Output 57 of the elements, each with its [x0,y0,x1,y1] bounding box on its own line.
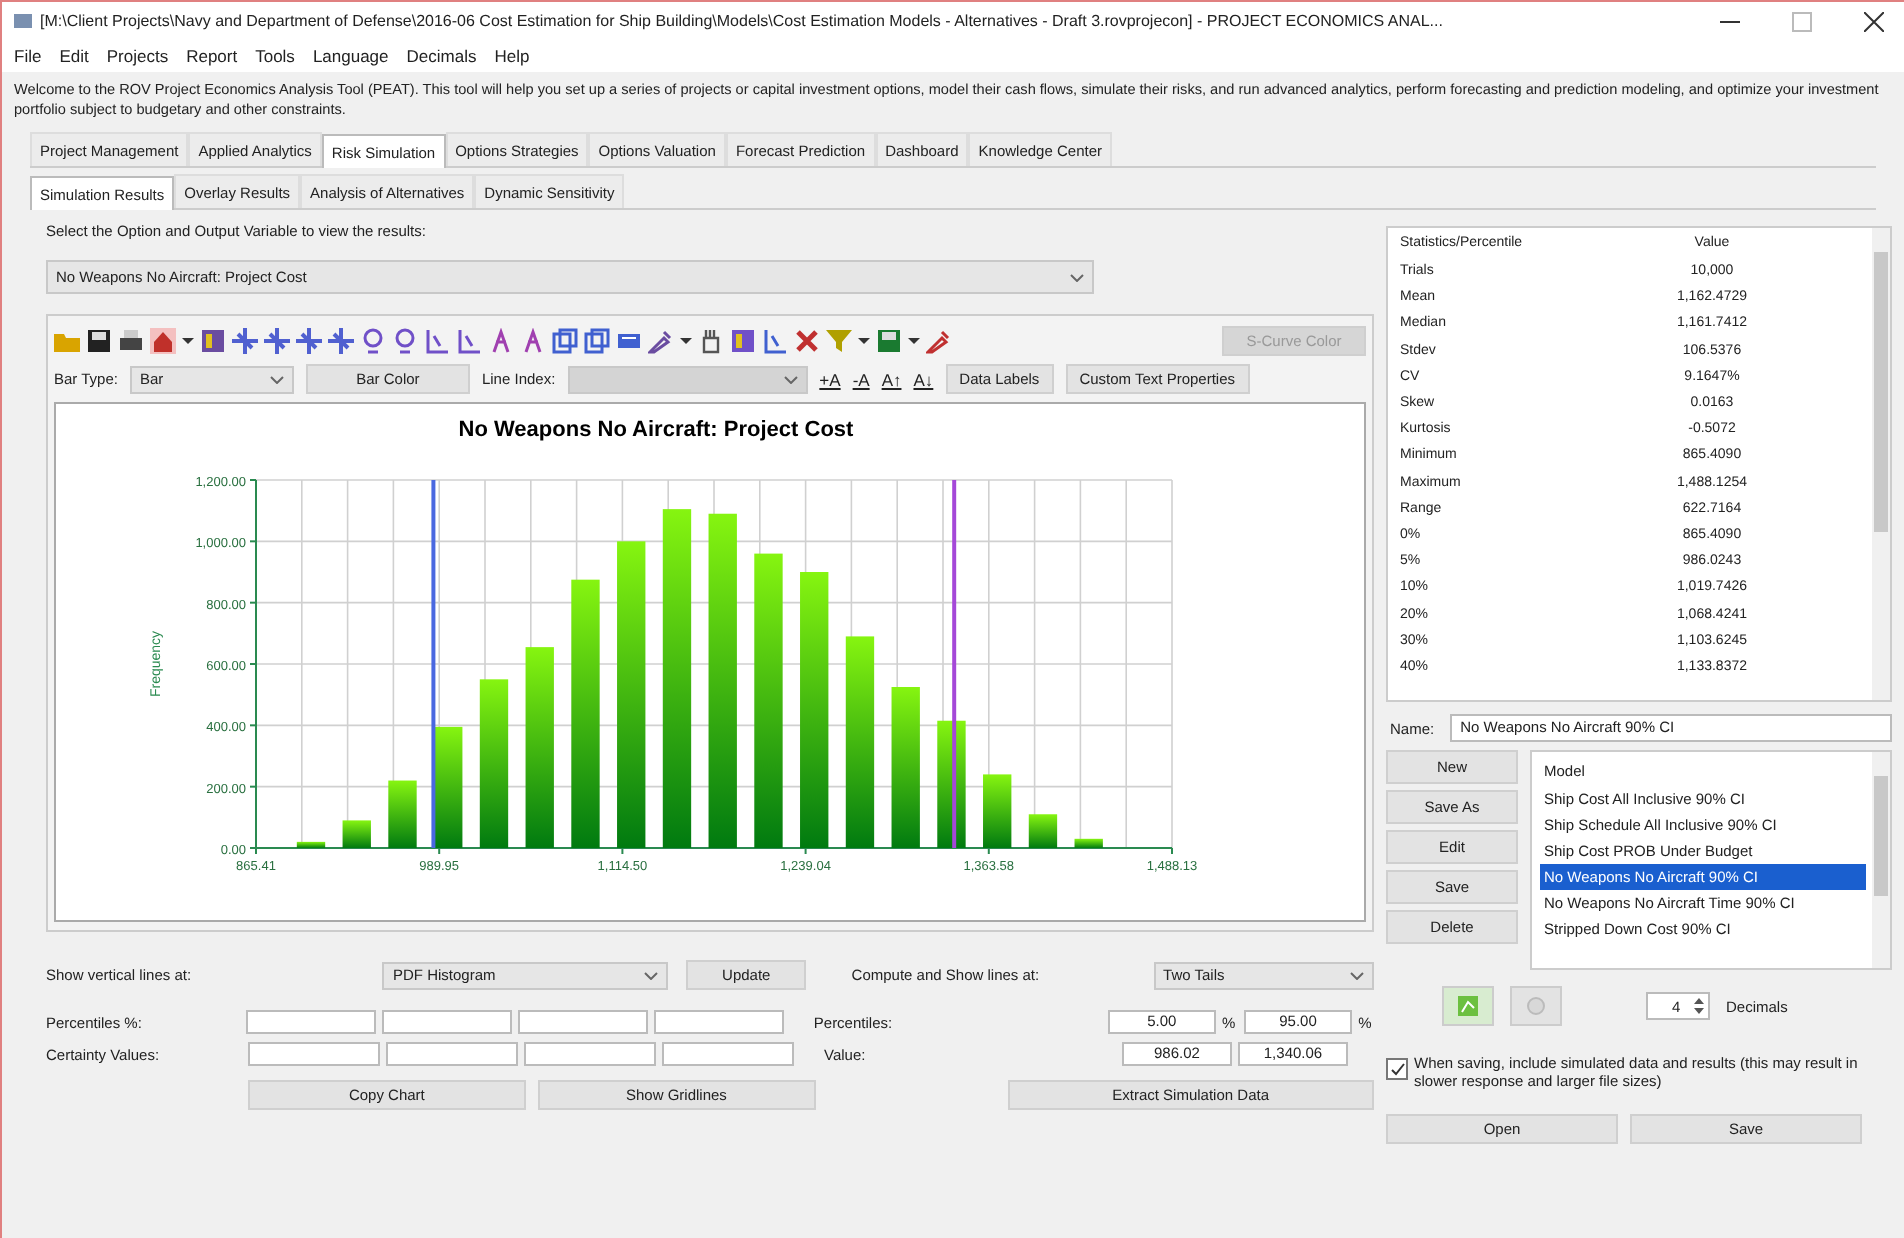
crosshair-icon[interactable] [232,327,258,353]
menu-item[interactable]: Help [494,46,530,66]
app-icon [14,12,32,30]
certainty-input[interactable] [524,1042,656,1066]
printer-icon[interactable] [118,327,144,353]
crosshair-icon[interactable] [264,327,290,353]
percentile-input[interactable] [245,1010,376,1034]
axis-icon[interactable] [424,327,450,353]
certainty-input[interactable] [386,1042,518,1066]
checkbox[interactable] [1386,1058,1408,1080]
circle-icon [1524,994,1548,1018]
chevron-down-icon [644,971,659,979]
crosshair-icon[interactable] [328,327,354,353]
histogram-bar [388,780,417,848]
histogram-bar [1074,838,1103,848]
crosshair-icon[interactable] [296,327,322,353]
chevron-down-icon [783,375,798,383]
menu-item[interactable]: Language [312,46,389,66]
font-size-button[interactable]: +A [819,369,841,389]
chevron-down-icon [1070,273,1084,281]
spinner-arrows-icon[interactable] [1694,996,1704,1016]
copy-icon[interactable] [584,327,610,353]
save-icon[interactable] [86,327,112,353]
histogram-bar [434,726,463,848]
window-title: [M:\Client Projects\Navy and Department of Defense\2016-06 Cost Estimation for Ship Building\Models\Cost Estimation Models - Alternatives - Draft 3.rovprojecon] - PROJECT ECONOMICS ANAL... [40,12,1445,30]
menu-item[interactable]: Projects [106,46,169,66]
scrollbar[interactable] [1872,752,1890,968]
font-size-button[interactable]: A↓ [913,369,934,389]
chart-icon [1456,994,1480,1018]
chart-title: No Weapons No Aircraft: Project Cost [458,418,854,442]
menu-item[interactable]: Decimals [406,46,477,66]
chevron-down-icon [269,375,284,383]
histogram-bar [342,820,371,848]
certainty-input[interactable] [662,1042,794,1066]
percentile-input[interactable] [653,1010,784,1034]
menu-item[interactable]: Report [186,46,238,66]
histogram-bar [983,774,1012,848]
scale-icon[interactable] [762,327,788,353]
chevron-down-icon [1350,971,1364,979]
font-size-button[interactable]: -A [852,369,870,389]
brush-icon[interactable] [648,327,674,353]
percentile-input[interactable] [381,1010,512,1034]
menu-item[interactable]: File [14,46,42,66]
font-size-button[interactable]: A↑ [881,369,902,389]
percentile-input[interactable] [517,1010,648,1034]
certainty-input[interactable] [248,1042,380,1066]
scrollbar[interactable] [1872,228,1890,700]
menu-item[interactable]: Edit [59,46,89,66]
house-icon[interactable] [150,327,176,353]
close-icon[interactable] [1864,11,1884,31]
histogram-bar [1028,814,1058,848]
copy-icon[interactable] [552,327,578,353]
menu-item[interactable]: Tools [255,46,295,66]
chart-toggle-button[interactable] [1442,986,1494,1026]
histogram-bar [296,841,326,848]
chart-toggle-button[interactable] [1510,986,1562,1026]
axis-icon[interactable] [456,327,482,353]
